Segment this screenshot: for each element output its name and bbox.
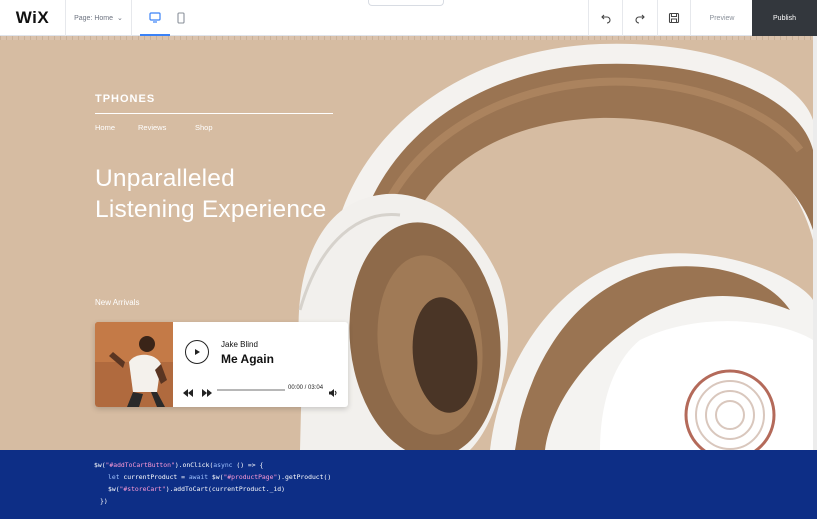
nav-reviews[interactable]: Reviews: [138, 123, 166, 132]
page-selector[interactable]: Page: Home ⌄: [66, 0, 132, 36]
page-selector-label: Page: Home: [74, 14, 114, 22]
nav-home[interactable]: Home: [95, 123, 115, 132]
hero-headline: Unparalleled Listening Experience: [95, 163, 395, 225]
code-line-4: }): [100, 497, 108, 505]
preview-button[interactable]: Preview: [692, 0, 752, 36]
wix-logo[interactable]: WiX: [0, 0, 66, 36]
brand-divider: [95, 113, 333, 114]
volume-icon: [329, 389, 337, 397]
undo-button[interactable]: [588, 0, 622, 36]
code-panel[interactable]: $w("#addToCartButton").onClick(async () …: [0, 450, 817, 519]
publish-button[interactable]: Publish: [752, 0, 817, 36]
editor-top-bar: WiX Page: Home ⌄ Preview Publish: [0, 0, 817, 36]
code-line-3: $w("#storeCart").addToCart(currentProduc…: [108, 485, 285, 493]
save-button[interactable]: [657, 0, 691, 36]
code-line-1: $w("#addToCartButton").onClick(async () …: [94, 461, 264, 469]
save-icon: [668, 12, 680, 24]
volume-button[interactable]: [329, 384, 338, 402]
progress-bar[interactable]: [217, 389, 285, 391]
site-canvas: TPHONES Home Reviews Shop Unparalleled L…: [0, 40, 813, 450]
hero-headline-line2: Listening Experience: [95, 196, 327, 223]
track-title: Me Again: [221, 352, 274, 366]
site-brand[interactable]: TPHONES: [95, 93, 155, 105]
undo-icon: [600, 14, 610, 24]
section-label: New Arrivals: [95, 298, 140, 307]
redo-button[interactable]: [622, 0, 656, 36]
skip-back-icon: [183, 389, 193, 397]
album-cover: [95, 322, 173, 407]
play-icon: [195, 349, 200, 355]
nav-shop[interactable]: Shop: [195, 123, 213, 132]
canvas-scrollbar[interactable]: [813, 36, 817, 450]
code-line-2: let currentProduct = await $w("#productP…: [108, 473, 332, 481]
next-track-button[interactable]: [201, 384, 212, 402]
redo-icon: [635, 14, 645, 24]
music-player: Jake Blind Me Again 00:00 / 03:04: [95, 322, 348, 407]
desktop-icon: [149, 11, 161, 23]
track-time: 00:00 / 03:04: [288, 385, 324, 391]
play-button[interactable]: [185, 340, 209, 364]
top-panel-handle[interactable]: [368, 0, 444, 6]
chevron-down-icon: ⌄: [117, 15, 123, 22]
mobile-view-button[interactable]: [166, 0, 196, 36]
mobile-icon: [177, 12, 185, 24]
previous-track-button[interactable]: [183, 384, 194, 402]
hero-headline-line1: Unparalleled: [95, 165, 235, 192]
skip-forward-icon: [202, 389, 212, 397]
artist-name: Jake Blind: [221, 340, 258, 349]
